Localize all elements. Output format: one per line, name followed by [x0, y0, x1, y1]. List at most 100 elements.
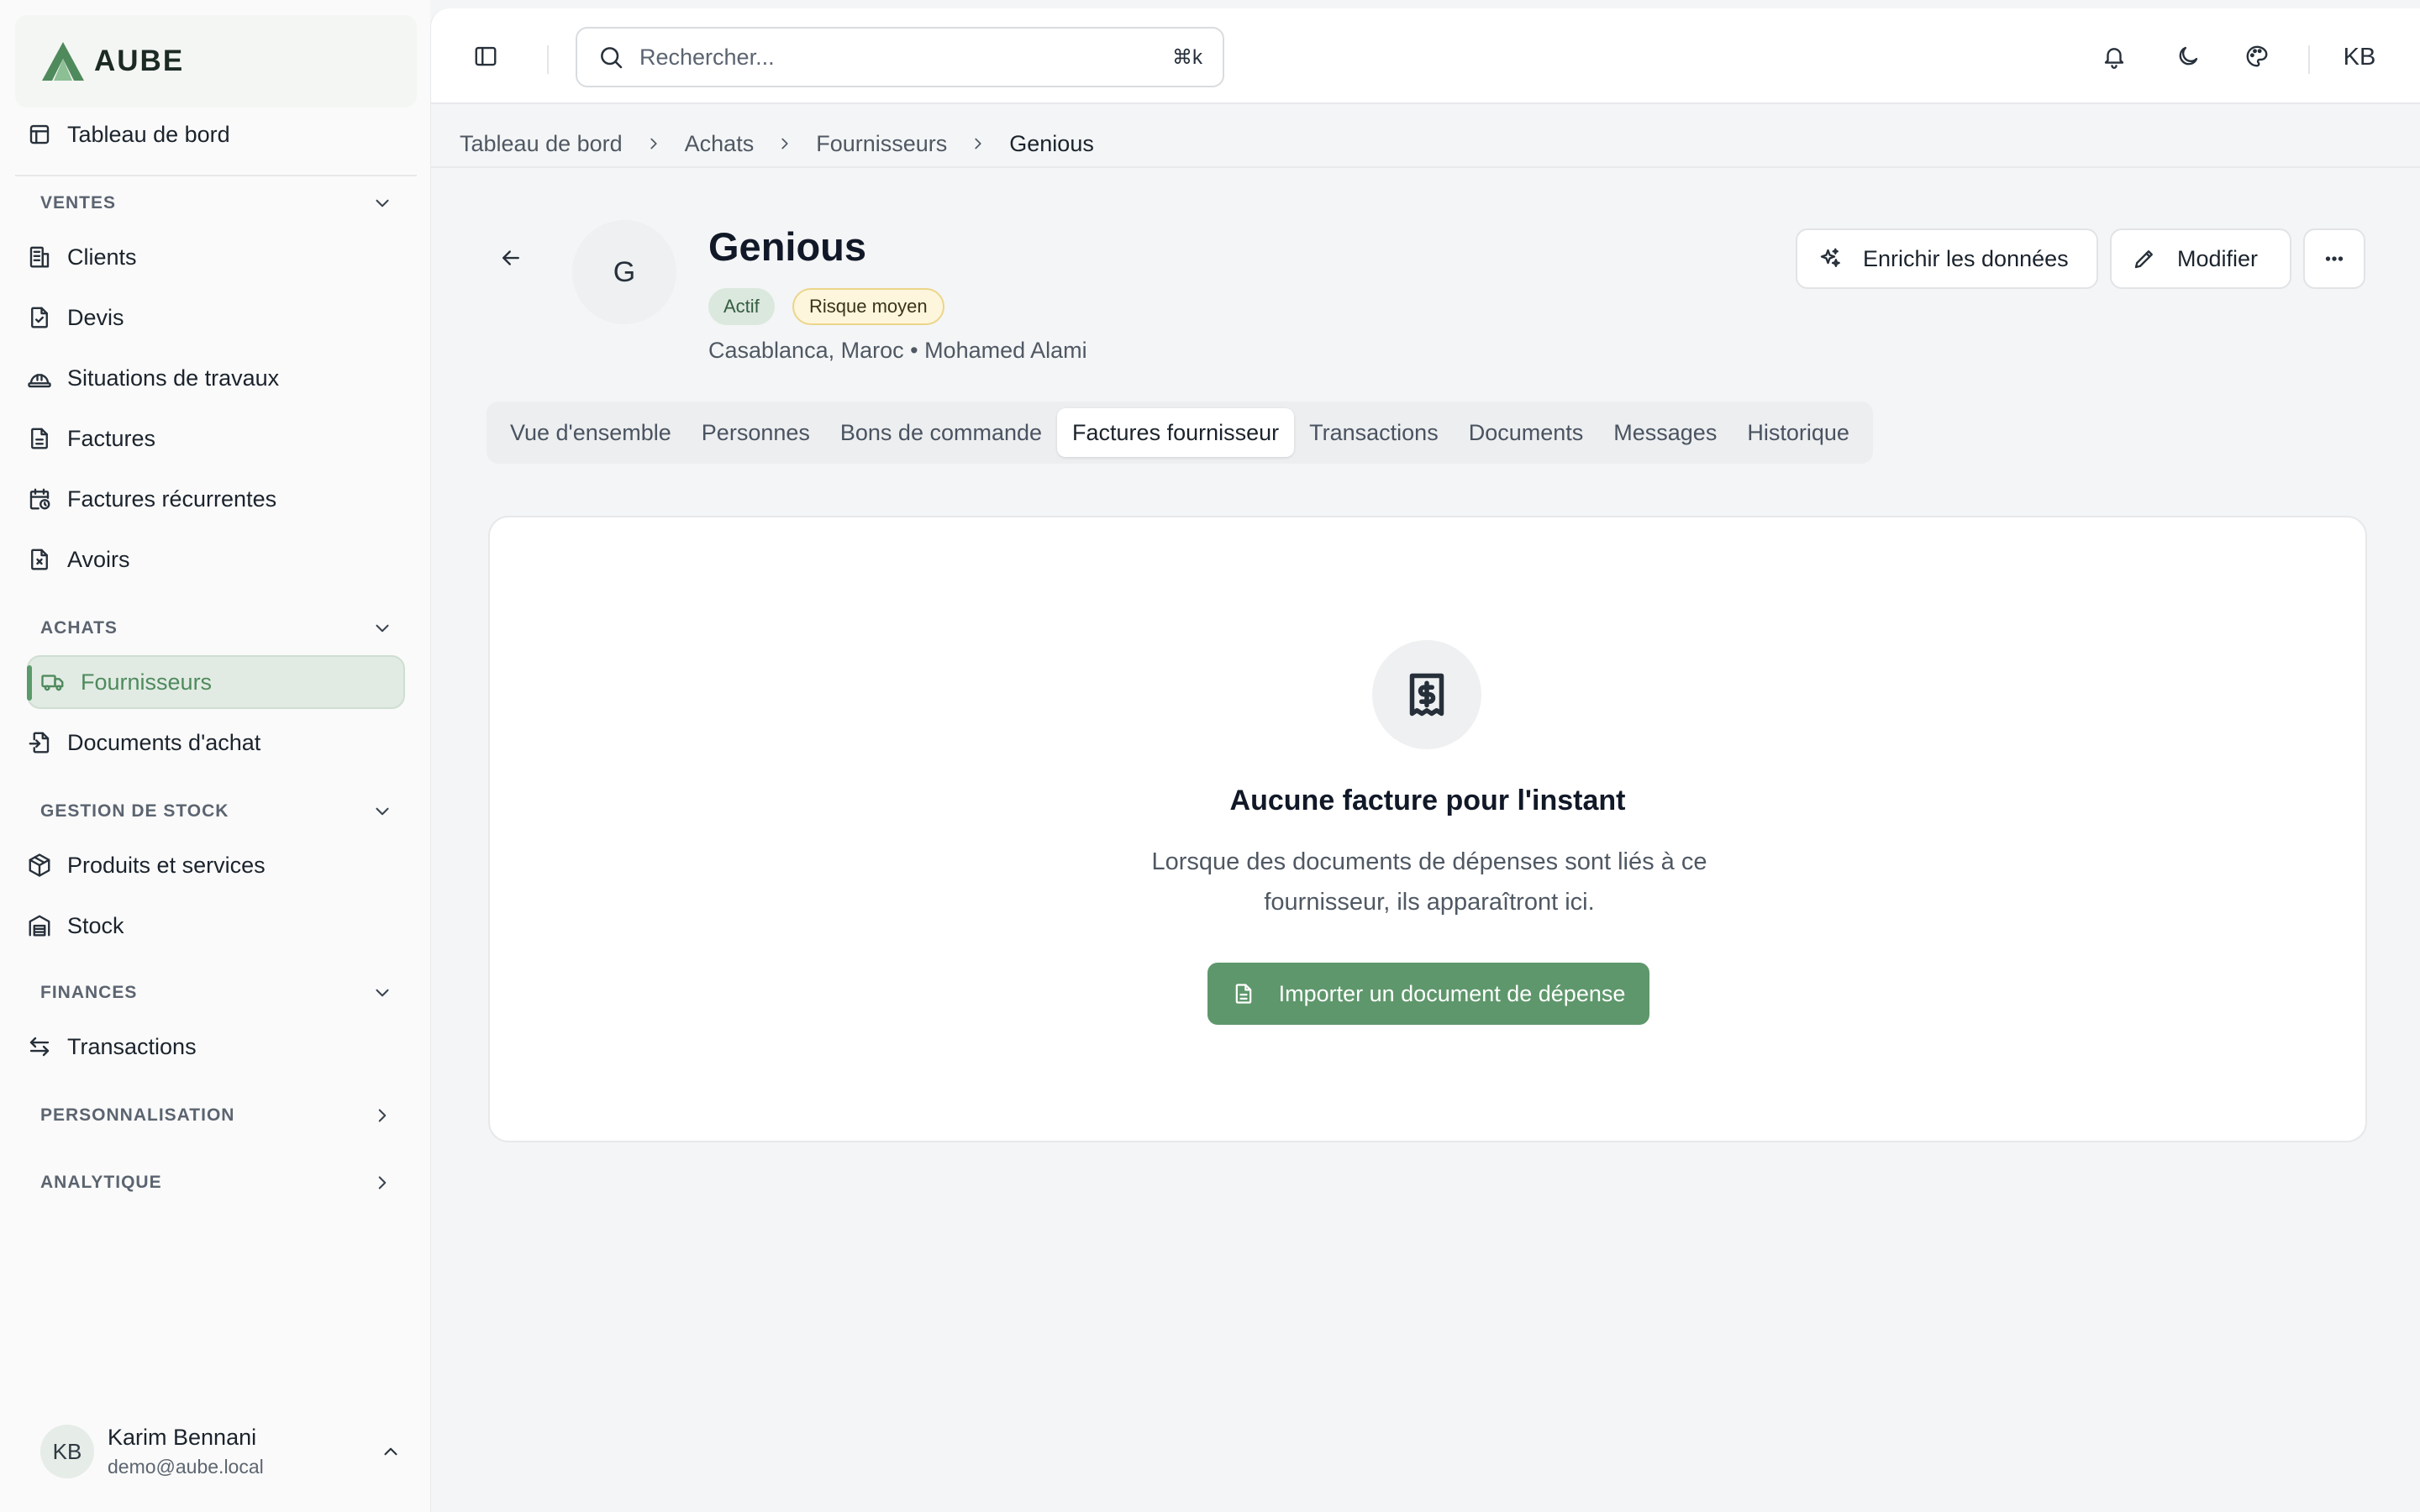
sidebar-item-label: Factures — [67, 425, 156, 451]
toolbar-divider — [547, 45, 549, 74]
empty-state-icon-wrapper — [1372, 640, 1481, 749]
aube-logo-icon — [42, 42, 84, 81]
sidebar-item-devis[interactable]: Devis — [27, 291, 405, 344]
chevron-right-icon — [378, 1176, 387, 1189]
section-finances[interactable]: FINANCES — [40, 976, 393, 1010]
moon-icon[interactable] — [2175, 44, 2201, 69]
section-ventes[interactable]: VENTES — [40, 186, 393, 220]
user-info: Karim Bennani demo@aube.local — [108, 1425, 380, 1478]
chevron-right-icon — [781, 138, 788, 150]
receipt-dollar-icon — [1409, 673, 1444, 717]
sidebar-item-fournisseurs[interactable]: Fournisseurs — [27, 655, 405, 709]
tab-supplier-invoices[interactable]: Factures fournisseur — [1057, 408, 1295, 457]
search-input[interactable]: Rechercher... ⌘k — [576, 27, 1224, 87]
empty-state-description: Lorsque des documents de dépenses sont l… — [1093, 842, 1765, 922]
user-name: Karim Bennani — [108, 1425, 257, 1450]
tab-overview[interactable]: Vue d'ensemble — [495, 408, 687, 457]
building-icon — [29, 246, 50, 268]
chevron-down-icon — [376, 807, 389, 816]
section-achats[interactable]: ACHATS — [40, 612, 393, 645]
edit-button[interactable]: Modifier — [2110, 228, 2291, 289]
sidebar-item-label: Stock — [67, 912, 124, 938]
section-label: FINANCES — [40, 983, 138, 1002]
sidebar-item-documents-achat[interactable]: Documents d'achat — [27, 716, 405, 769]
tab-history[interactable]: Historique — [1732, 408, 1865, 457]
warehouse-icon — [29, 915, 50, 937]
chevron-right-icon — [975, 138, 981, 150]
sidebar-item-label: Fournisseurs — [81, 669, 213, 695]
sidebar-item-label: Clients — [67, 244, 137, 270]
edit-label: Modifier — [2177, 245, 2259, 271]
palette-icon[interactable] — [2244, 44, 2270, 69]
section-label: ACHATS — [40, 618, 118, 638]
app-logo[interactable]: AUBE — [15, 15, 417, 108]
sidebar-toggle-icon[interactable] — [473, 44, 498, 69]
sidebar-divider — [15, 175, 417, 176]
chevron-down-icon — [376, 624, 389, 633]
avatar: KB — [40, 1425, 94, 1478]
sidebar-item-situations[interactable]: Situations de travaux — [27, 351, 405, 405]
empty-state-line: Lorsque des documents de dépenses sont l… — [1151, 848, 1707, 875]
breadcrumb-current: Genious — [1009, 130, 1094, 156]
tab-messages[interactable]: Messages — [1598, 408, 1732, 457]
user-email: demo@aube.local — [108, 1456, 264, 1478]
page-title: Genious — [708, 224, 867, 269]
empty-state-line: fournisseur, ils apparaîtront ici. — [1264, 889, 1595, 916]
file-input-icon — [29, 732, 50, 753]
section-label: ANALYTIQUE — [40, 1173, 162, 1192]
section-label: GESTION DE STOCK — [40, 801, 229, 821]
tab-people[interactable]: Personnes — [687, 408, 825, 457]
sidebar-item-label: Devis — [67, 304, 124, 330]
chevron-down-icon — [376, 989, 389, 997]
file-text-icon — [31, 428, 48, 449]
breadcrumb-item[interactable]: Tableau de bord — [460, 131, 623, 157]
section-stock[interactable]: GESTION DE STOCK — [40, 795, 393, 828]
tab-purchase-orders[interactable]: Bons de commande — [825, 408, 1057, 457]
sidebar-item-label: Tableau de bord — [67, 121, 230, 147]
enrich-data-label: Enrichir les données — [1863, 245, 2069, 271]
sidebar-item-factures[interactable]: Factures — [27, 412, 405, 465]
sidebar-item-label: Factures récurrentes — [67, 486, 277, 512]
import-button-label: Importer un document de dépense — [1278, 980, 1626, 1006]
import-expense-document-button[interactable]: Importer un document de dépense — [1207, 963, 1649, 1025]
toolbar-divider — [2308, 45, 2310, 74]
sidebar-item-recurrentes[interactable]: Factures récurrentes — [27, 472, 405, 526]
breadcrumb: Tableau de bord Achats Fournisseurs Geni… — [460, 108, 1094, 180]
tab-documents[interactable]: Documents — [1454, 408, 1599, 457]
empty-state-panel: Aucune facture pour l'instant Lorsque de… — [488, 516, 2367, 1142]
arrows-left-right-icon — [29, 1037, 50, 1057]
file-text-icon — [1235, 984, 1251, 1004]
more-options-button[interactable] — [2303, 228, 2365, 289]
sidebar-item-produits[interactable]: Produits et services — [27, 838, 405, 892]
breadcrumb-item[interactable]: Achats — [685, 131, 755, 157]
empty-state-title: Aucune facture pour l'instant — [1229, 785, 1626, 816]
search-shortcut: ⌘k — [1172, 45, 1202, 69]
tab-bar: Vue d'ensemble Personnes Bons de command… — [487, 402, 1873, 464]
sidebar-item-clients[interactable]: Clients — [27, 230, 405, 284]
sidebar-item-label: Avoirs — [67, 546, 130, 572]
section-analytique[interactable]: ANALYTIQUE — [40, 1166, 393, 1200]
section-label: PERSONNALISATION — [40, 1105, 235, 1125]
sidebar-item-avoirs[interactable]: Avoirs — [27, 533, 405, 586]
chevron-right-icon — [650, 138, 657, 150]
truck-icon — [41, 675, 64, 691]
pencil-icon — [2134, 250, 2153, 269]
section-personnalisation[interactable]: PERSONNALISATION — [40, 1099, 393, 1132]
bell-icon[interactable] — [2102, 44, 2127, 69]
user-menu[interactable]: KB Karim Bennani demo@aube.local — [40, 1420, 402, 1483]
chevron-down-icon — [376, 199, 389, 207]
section-label: VENTES — [40, 193, 117, 213]
user-avatar-button[interactable]: KB — [2333, 34, 2386, 81]
main-content: Rechercher... ⌘k KB Tableau de bord Acha… — [430, 8, 2420, 1512]
sidebar-item-transactions[interactable]: Transactions — [27, 1020, 405, 1074]
file-check-icon — [31, 307, 48, 328]
sidebar-item-label: Transactions — [67, 1033, 197, 1059]
sidebar-item-dashboard[interactable]: Tableau de bord — [27, 108, 405, 161]
tab-transactions[interactable]: Transactions — [1294, 408, 1454, 457]
topbar: Rechercher... ⌘k KB — [431, 8, 2420, 104]
back-arrow-icon[interactable] — [498, 245, 523, 270]
supplier-avatar: G — [572, 220, 676, 324]
sidebar-item-stock[interactable]: Stock — [27, 899, 405, 953]
breadcrumb-item[interactable]: Fournisseurs — [816, 131, 947, 157]
enrich-data-button[interactable]: Enrichir les données — [1796, 228, 2098, 289]
